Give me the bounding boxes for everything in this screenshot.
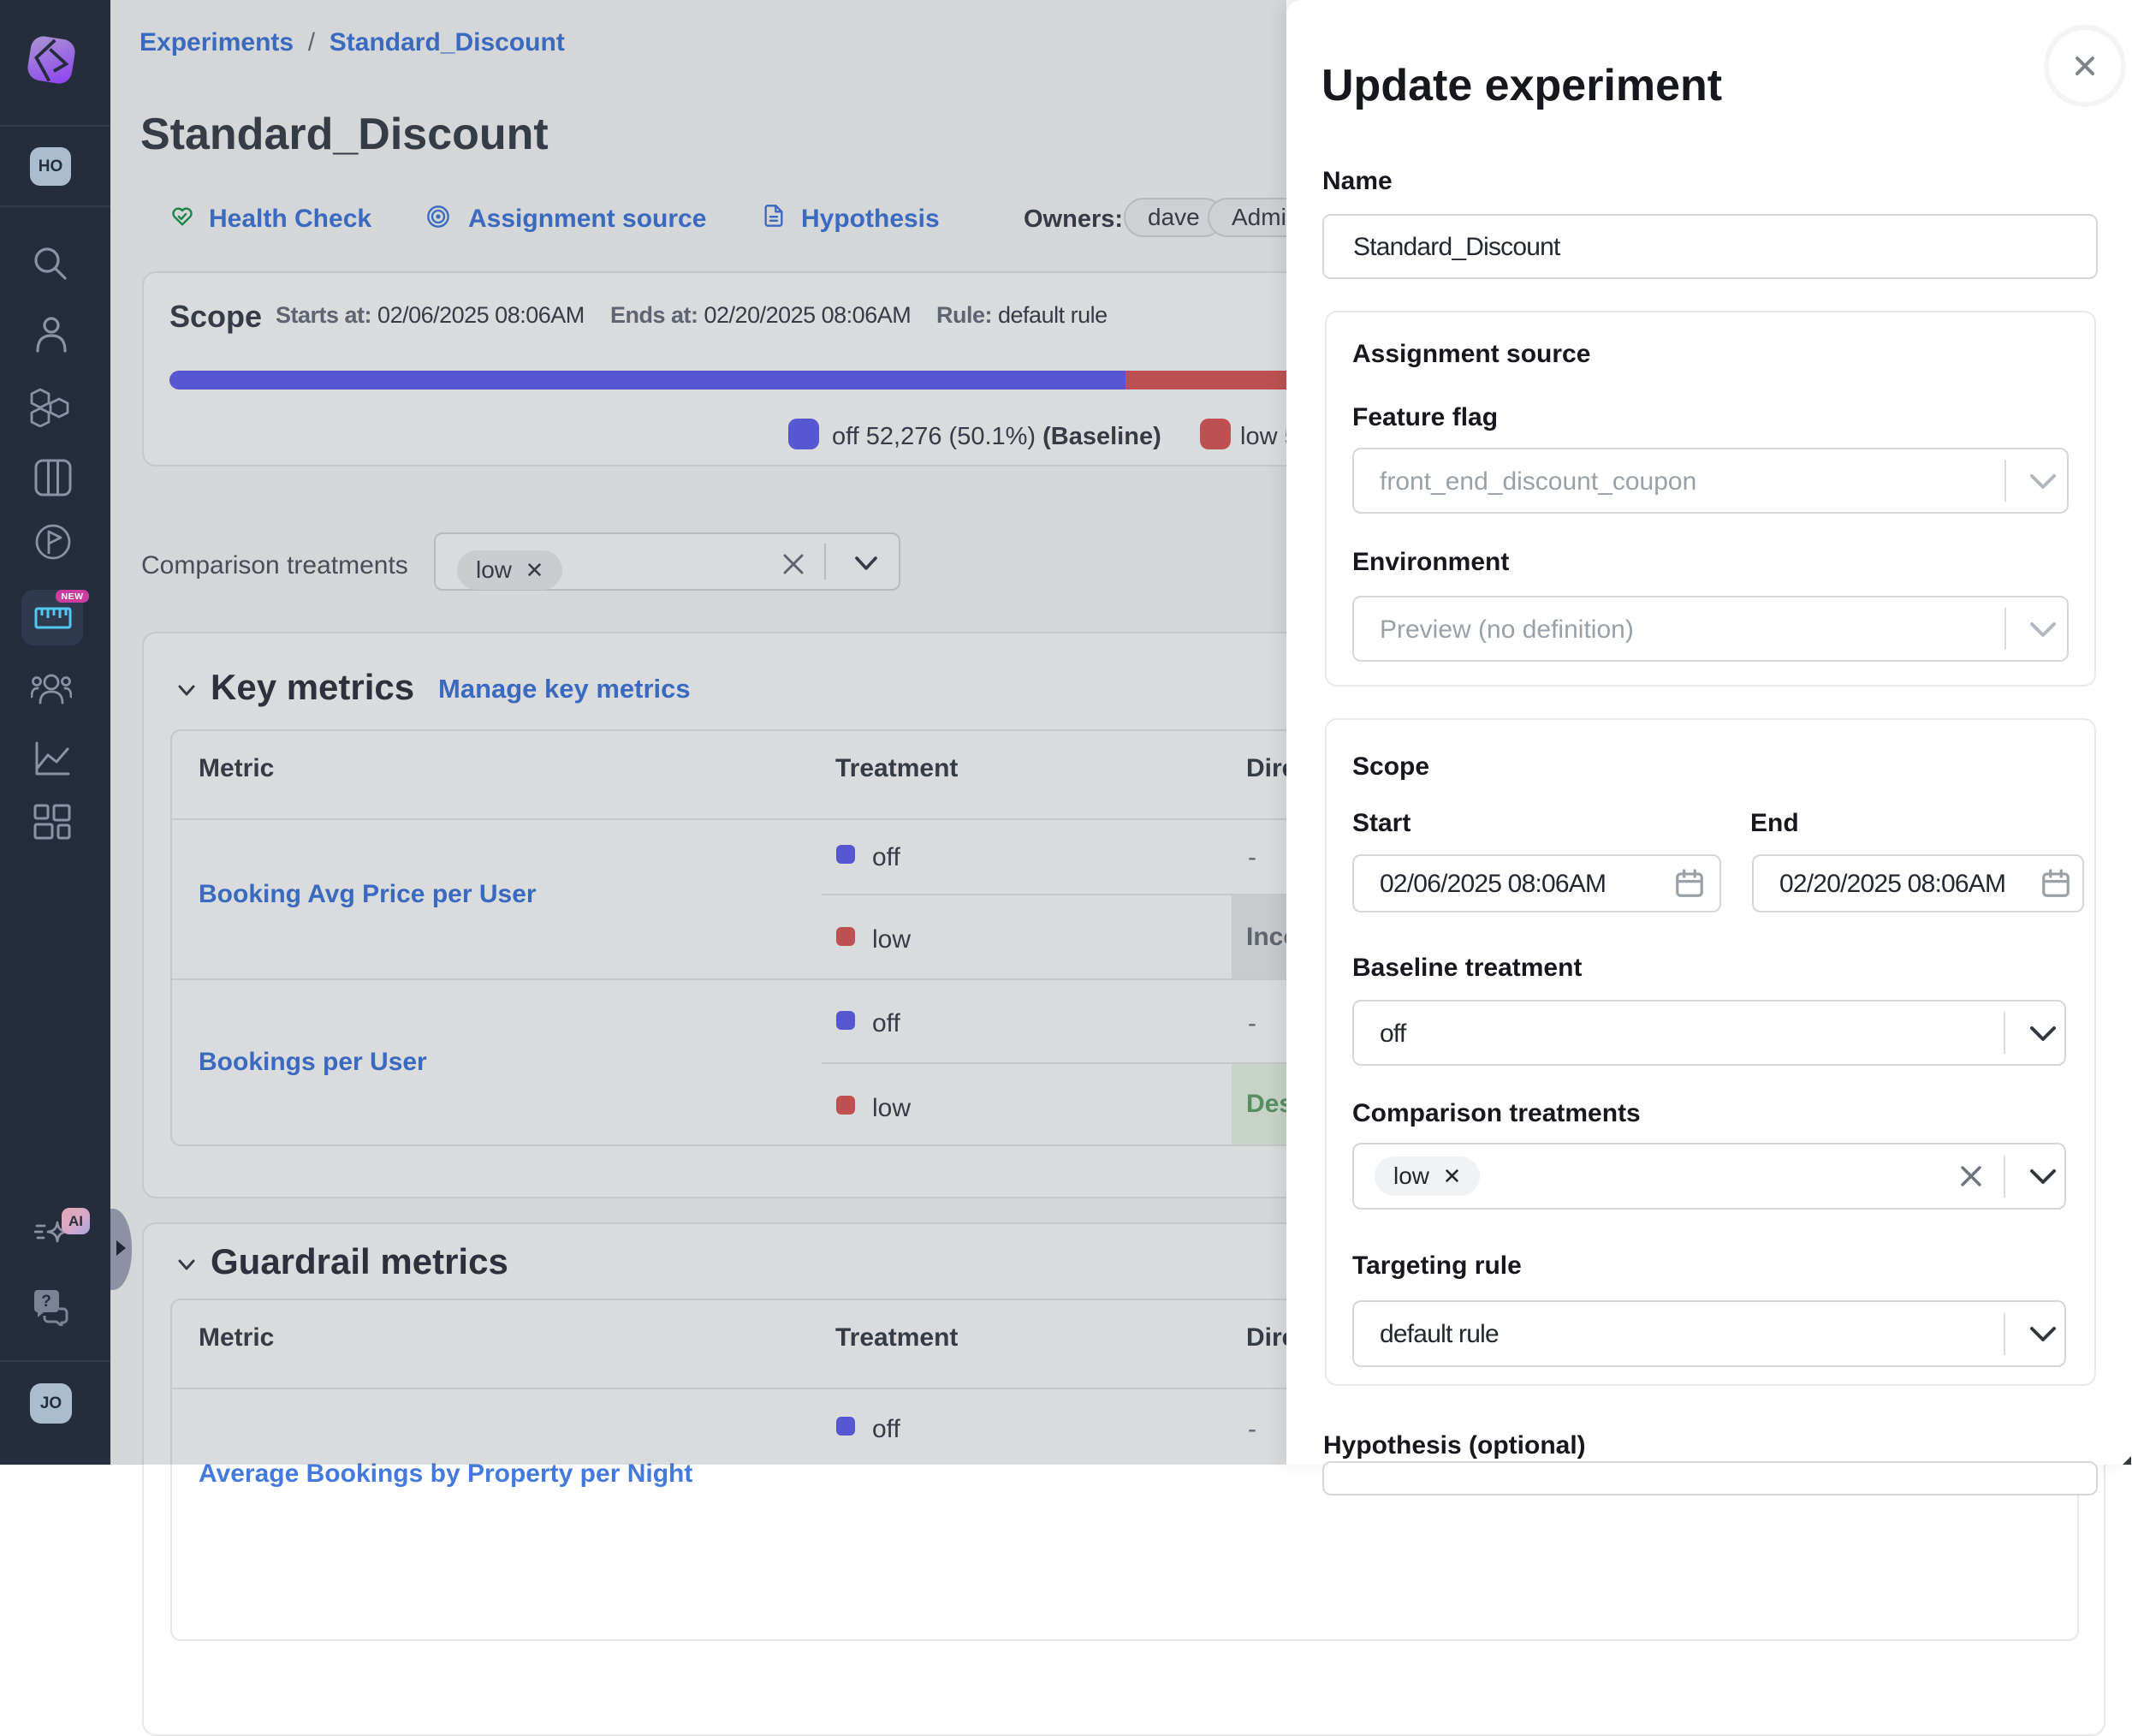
svg-text:?: ? [41, 1293, 51, 1311]
